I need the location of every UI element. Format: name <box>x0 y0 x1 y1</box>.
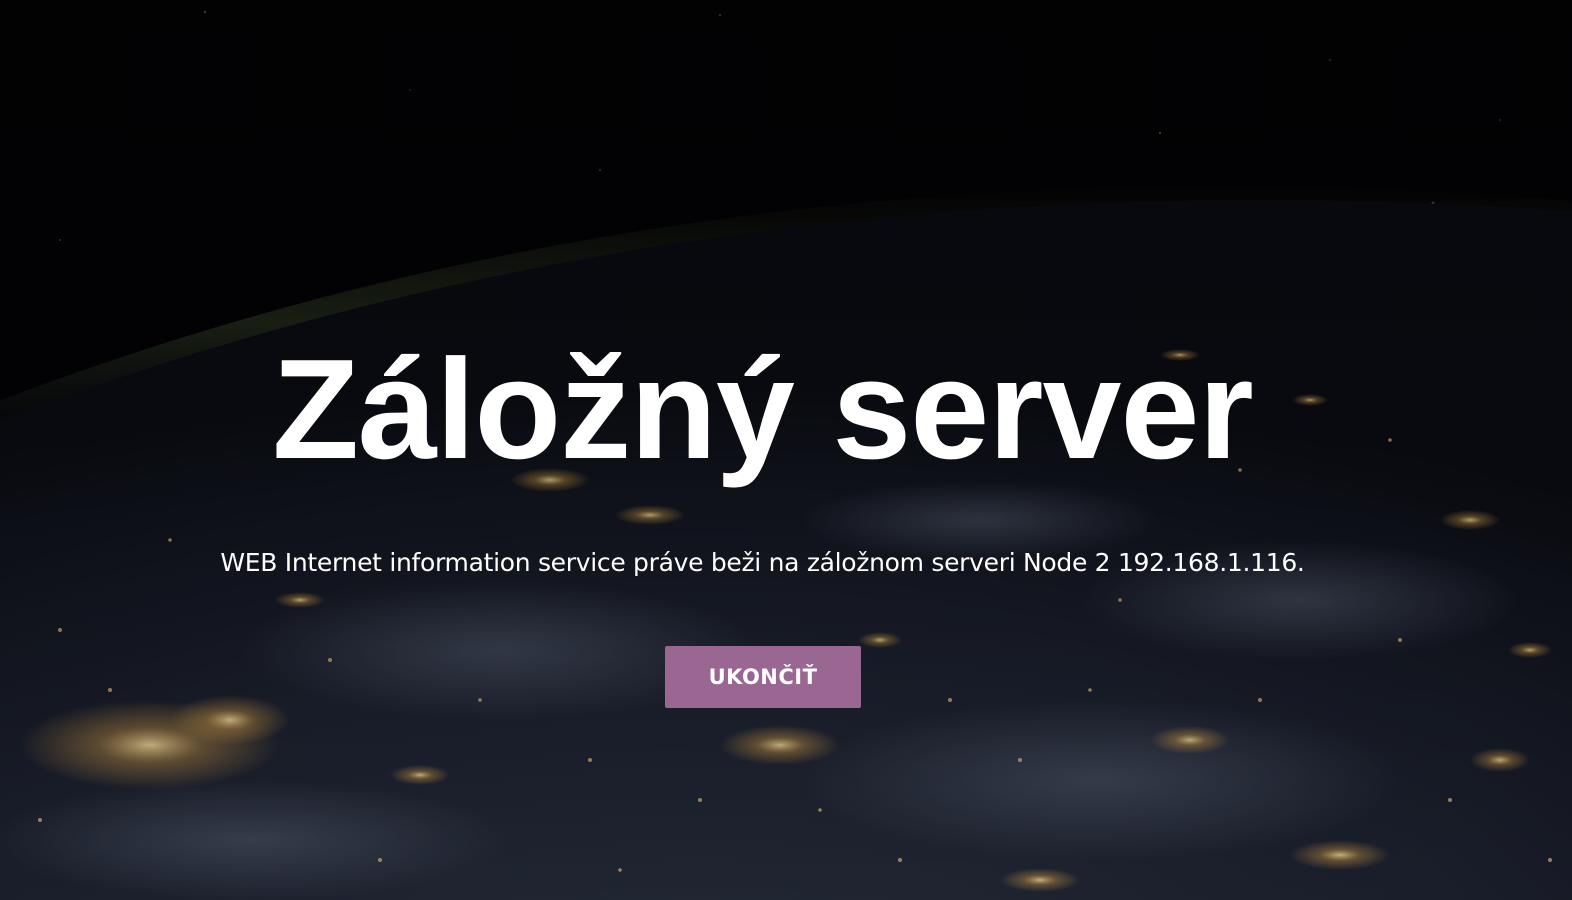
exit-button[interactable]: UKONČIŤ <box>665 646 861 708</box>
page-title: Záložný server <box>272 330 1254 489</box>
hero-content: Záložný server WEB Internet information … <box>0 0 1572 900</box>
page-subtitle: WEB Internet information service práve b… <box>220 548 1305 577</box>
hero-section: Záložný server WEB Internet information … <box>0 0 1572 900</box>
